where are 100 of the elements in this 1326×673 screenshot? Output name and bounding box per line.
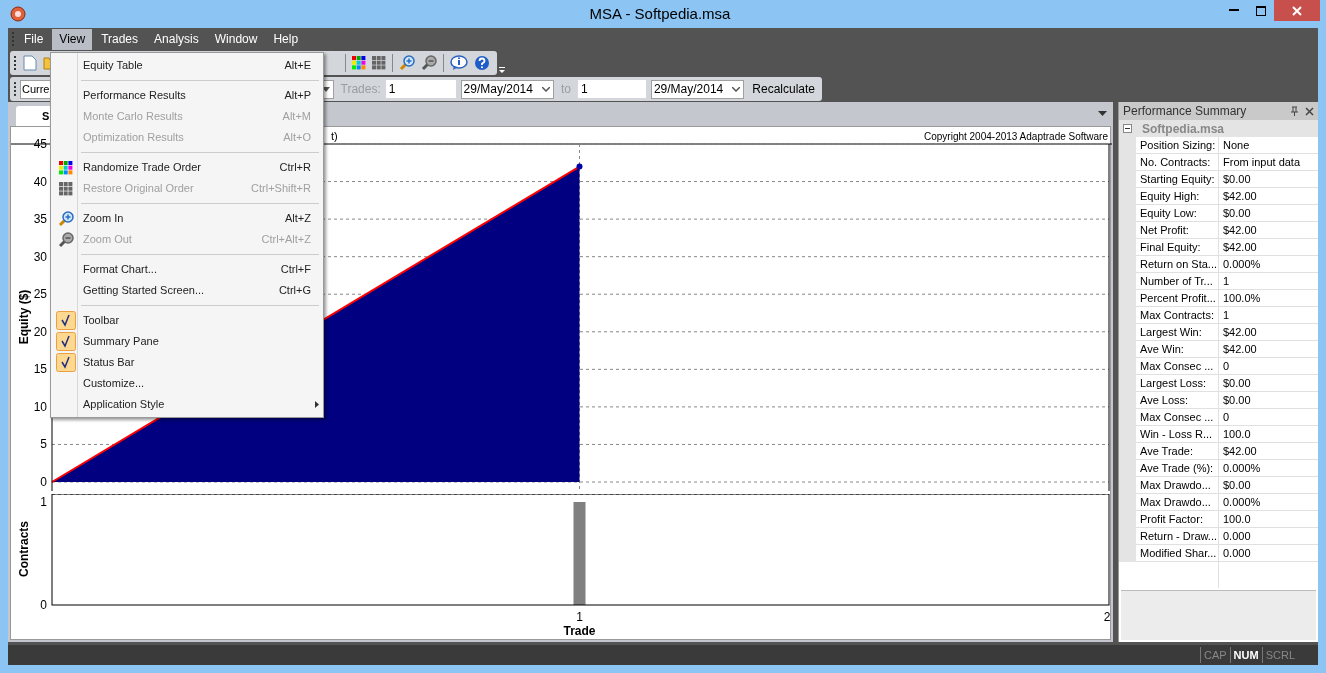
color-grid-icon: [352, 56, 366, 70]
menu-item[interactable]: Application Style: [51, 394, 323, 415]
app-icon[interactable]: [10, 6, 26, 22]
checkmark-icon: [56, 353, 76, 372]
property-label: Largest Win:: [1136, 324, 1219, 341]
property-value: 1: [1219, 273, 1318, 290]
menu-item[interactable]: Randomize Trade Order Ctrl+R: [51, 157, 323, 178]
property-value: $42.00: [1219, 222, 1318, 239]
close-icon[interactable]: [1305, 106, 1314, 116]
checkmark-icon: [56, 311, 76, 330]
property-label: No. Contracts:: [1136, 154, 1219, 171]
x-tick-label: 1: [576, 610, 583, 624]
property-label: Max Consec ...: [1136, 409, 1219, 426]
property-label: Win - Loss R...: [1136, 426, 1219, 443]
toolbar-overflow-icon[interactable]: [499, 66, 506, 74]
checkmark-icon: [56, 332, 76, 351]
property-label: Max Drawdo...: [1136, 494, 1219, 511]
pin-icon[interactable]: [1290, 106, 1299, 116]
to-date-dropdown[interactable]: 29/May/2014: [650, 79, 745, 99]
property-label: Number of Tr...: [1136, 273, 1219, 290]
recalculate-button[interactable]: Recalculate: [749, 79, 818, 99]
grid-icon: [372, 56, 386, 70]
status-indicator: CAP: [1199, 646, 1230, 664]
copyright-text: Copyright 2004-2013 Adaptrade Software: [924, 131, 1108, 142]
property-label: Max Contracts:: [1136, 307, 1219, 324]
caret-icon[interactable]: [1098, 111, 1107, 116]
toolbar-grip-icon[interactable]: [14, 82, 17, 96]
y-tick-label: 15: [33, 362, 47, 377]
property-label: Ave Trade:: [1136, 443, 1219, 460]
menu-item[interactable]: Zoom In Alt+Z: [51, 208, 323, 229]
collapse-icon[interactable]: [1123, 124, 1132, 133]
menu-item[interactable]: Window: [207, 28, 265, 50]
toolbar-grip-icon[interactable]: [14, 56, 17, 70]
property-value: 0.000%: [1219, 460, 1318, 477]
property-value: 0.000%: [1219, 494, 1318, 511]
property-value: $0.00: [1219, 375, 1318, 392]
trades-label: Trades:: [340, 81, 381, 98]
to-label: to: [561, 81, 571, 98]
grid-icon: [59, 181, 73, 196]
property-value: From input data: [1219, 154, 1318, 171]
property-label: Max Consec ...: [1136, 358, 1219, 375]
menu-item[interactable]: View: [52, 28, 93, 50]
menu-item[interactable]: Format Chart... Ctrl+F: [51, 259, 323, 280]
from-date-dropdown[interactable]: 29/May/2014: [460, 79, 554, 99]
zoom-in-icon: [399, 55, 415, 71]
menu-item[interactable]: Trades: [94, 28, 146, 50]
window-title: MSA - Softpedia.msa: [588, 3, 732, 24]
y-axis-title: Contracts: [17, 521, 31, 577]
submenu-arrow-icon: [315, 401, 319, 408]
menu-item[interactable]: Status Bar: [51, 352, 323, 373]
menu-item[interactable]: File: [17, 28, 51, 50]
caret-icon: [732, 86, 741, 92]
y-tick-label: 30: [33, 249, 47, 264]
to-trade-field[interactable]: 1: [578, 80, 646, 98]
data-point: [576, 163, 583, 170]
property-value: $42.00: [1219, 239, 1318, 256]
status-indicator: SCRL: [1261, 646, 1298, 664]
status-indicator: NUM: [1229, 646, 1262, 664]
maximize-icon: [1255, 5, 1266, 16]
property-label: Equity High:: [1136, 188, 1219, 205]
property-value: 0.000: [1219, 528, 1318, 545]
property-value: 0.000: [1219, 545, 1318, 562]
property-label: Max Drawdo...: [1136, 477, 1219, 494]
minimize-icon: [1228, 9, 1239, 12]
property-label: Modified Shar...: [1136, 545, 1219, 562]
property-label: Ave Win:: [1136, 341, 1219, 358]
menu-item[interactable]: Help: [266, 28, 306, 50]
property-value: 0: [1219, 409, 1318, 426]
info-icon[interactable]: [450, 55, 468, 71]
property-label: Equity Low:: [1136, 205, 1219, 222]
y-tick-label: 25: [33, 287, 47, 302]
pane-title: Performance Summary: [1123, 103, 1247, 120]
zoom-out-icon: [58, 231, 74, 248]
zoom-in-icon: [58, 210, 74, 227]
y-tick-label: 1: [40, 495, 47, 509]
y-tick-label: 45: [33, 137, 47, 151]
zoom-out-icon: [421, 55, 437, 71]
menu-item[interactable]: Toolbar: [51, 310, 323, 331]
menu-item[interactable]: Performance Results Alt+P: [51, 85, 323, 106]
toolbar-grip-icon[interactable]: [12, 32, 15, 46]
property-label: Position Sizing:: [1136, 137, 1219, 154]
x-tick-label: 2: [1103, 610, 1111, 624]
property-value: $0.00: [1219, 171, 1318, 188]
menu-item[interactable]: Getting Started Screen... Ctrl+G: [51, 280, 323, 301]
property-value: 100.0: [1219, 511, 1318, 528]
from-trade-field[interactable]: 1: [385, 80, 456, 98]
property-value: $0.00: [1219, 205, 1318, 222]
close-button[interactable]: [1274, 0, 1320, 21]
menu-item[interactable]: Summary Pane: [51, 331, 323, 352]
property-label: Net Profit:: [1136, 222, 1219, 239]
caret-icon: [542, 86, 550, 92]
help-icon[interactable]: [474, 55, 490, 71]
property-value: $42.00: [1219, 324, 1318, 341]
y-tick-label: 10: [33, 399, 47, 414]
property-label: Final Equity:: [1136, 239, 1219, 256]
property-value: $42.00: [1219, 341, 1318, 358]
menu-item[interactable]: Analysis: [147, 28, 206, 50]
y-tick-label: 0: [40, 598, 47, 612]
menu-item[interactable]: Customize...: [51, 373, 323, 394]
property-value: 0.000%: [1219, 256, 1318, 273]
